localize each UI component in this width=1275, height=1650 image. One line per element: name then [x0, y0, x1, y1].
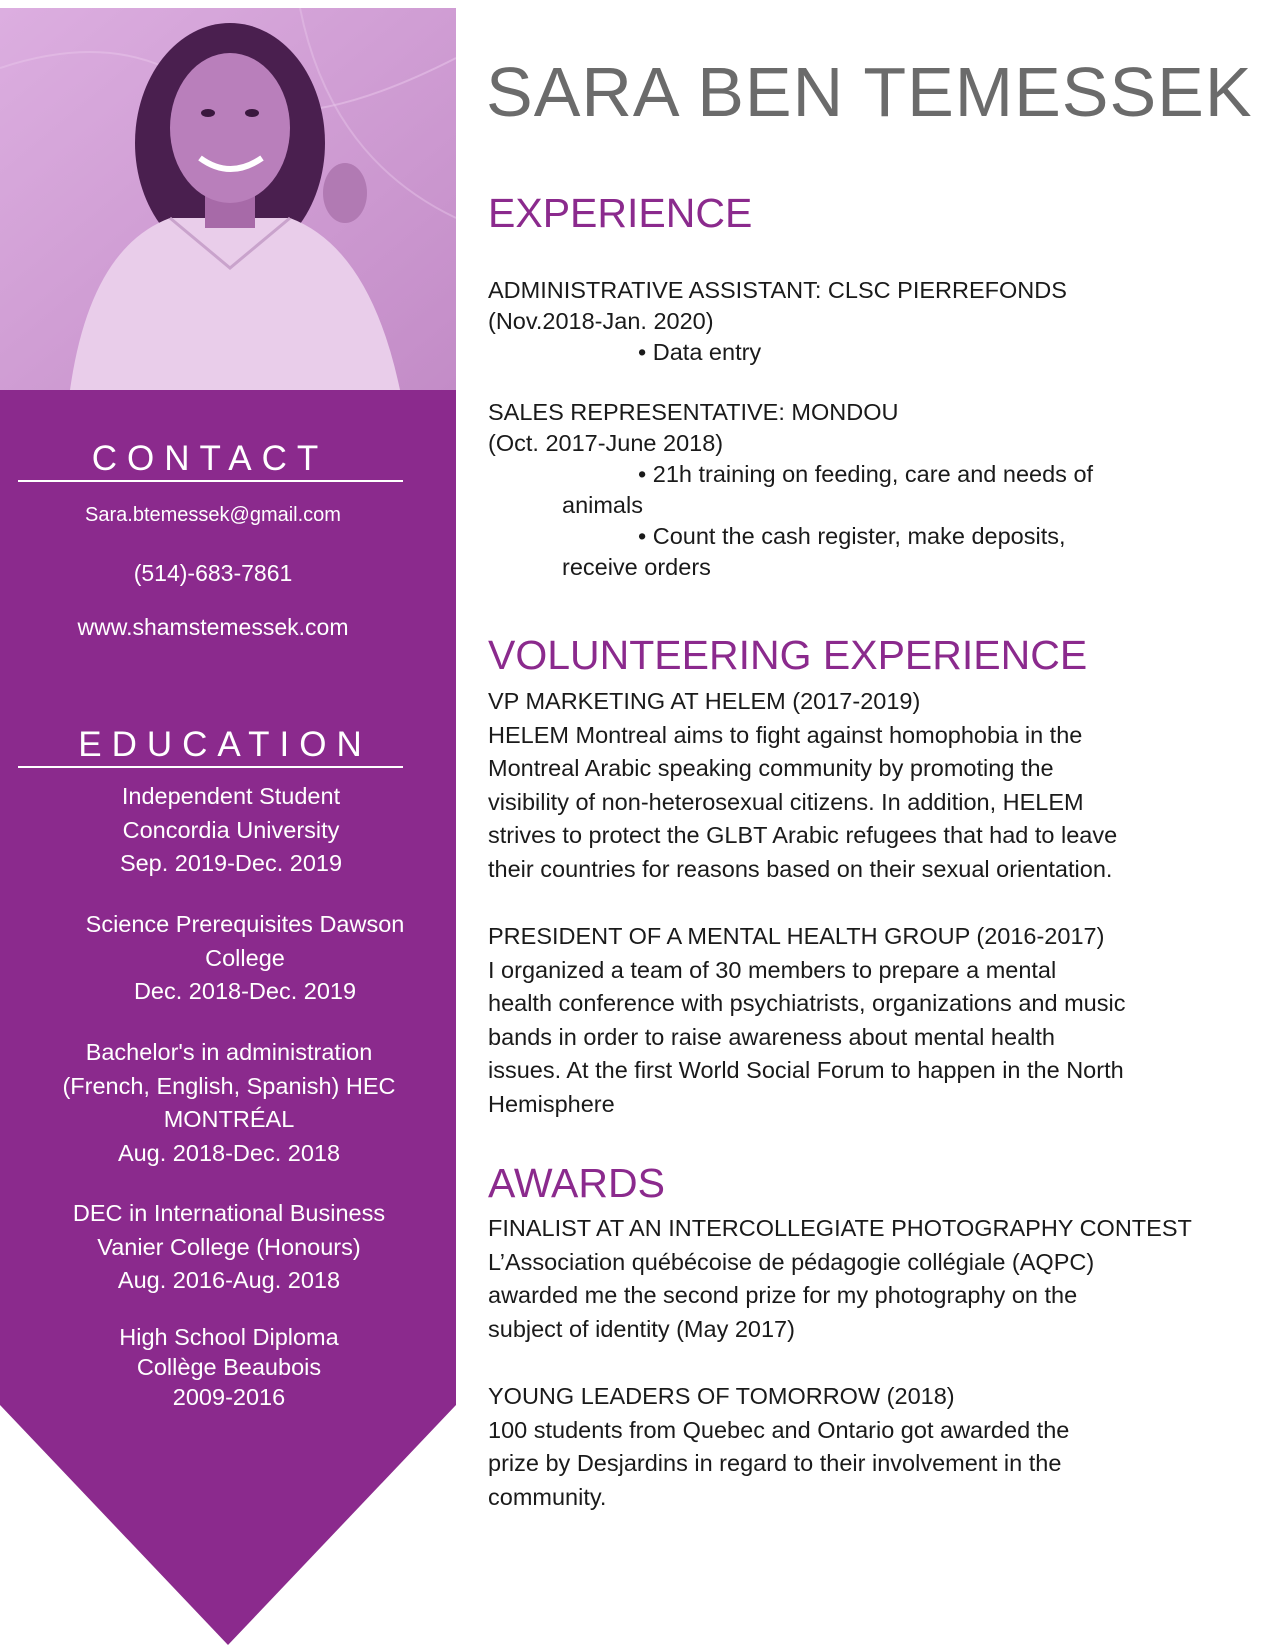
education-entry: Independent Student Concordia University…: [3, 780, 459, 881]
edu-line: MONTRÉAL: [163, 1106, 295, 1132]
volunteer-line: health conference with psychiatrists, or…: [488, 990, 1126, 1016]
volunteer-line: Hemisphere: [488, 1090, 615, 1117]
email-text[interactable]: Sara.btemessek@gmail.com: [85, 504, 341, 526]
award-line: 100 students from Quebec and Ontario got…: [488, 1416, 1070, 1443]
volunteer-line: bands in order to raise awareness about …: [488, 1023, 1055, 1050]
job-bullet-continuation: receive orders: [562, 554, 711, 580]
job-title: ADMINISTRATIVE ASSISTANT: CLSC PIERREFON…: [488, 277, 1067, 303]
award-line: L’Association québécoise de pédagogie co…: [488, 1248, 1095, 1275]
edu-line: (French, English, Spanish) HEC: [62, 1072, 396, 1099]
education-entry: DEC in International Business Vanier Col…: [1, 1197, 457, 1298]
edu-line: Aug. 2016-Aug. 2018: [117, 1267, 341, 1293]
candidate-name: SARA BEN TEMESSEK: [486, 53, 1253, 131]
portrait-illustration: [0, 8, 456, 390]
sidebar-banner: CONTACT Sara.btemessek@gmail.com (514)-6…: [0, 390, 456, 1650]
volunteer-line: visibility of non-heterosexual citizens.…: [488, 788, 1084, 815]
edu-line: College: [205, 944, 285, 971]
edu-line: High School Diploma: [119, 1324, 339, 1350]
volunteer-entry: VP MARKETING AT HELEM (2017-2019) HELEM …: [488, 685, 1243, 886]
award-title: YOUNG LEADERS OF TOMORROW (2018): [488, 1383, 955, 1409]
volunteering-heading: VOLUNTEERING EXPERIENCE: [488, 632, 1088, 678]
contact-divider: [18, 480, 403, 482]
volunteer-title: VP MARKETING AT HELEM (2017-2019): [488, 688, 921, 714]
volunteer-line: I organized a team of 30 members to prep…: [488, 956, 1057, 983]
education-heading: EDUCATION: [78, 725, 372, 765]
award-line: prize by Desjardins in regard to their i…: [488, 1450, 1062, 1476]
volunteer-line: their countries for reasons based on the…: [488, 855, 1113, 882]
edu-line: Science Prerequisites Dawson: [85, 911, 405, 937]
edu-line: Vanier College (Honours): [97, 1233, 361, 1260]
job-bullet-continuation: animals: [562, 492, 643, 518]
education-divider: [18, 766, 403, 768]
job-entry: SALES REPRESENTATIVE: MONDOU (Oct. 2017-…: [488, 397, 1243, 583]
edu-line: Collège Beaubois: [136, 1354, 322, 1380]
volunteer-entry: PRESIDENT OF A MENTAL HEALTH GROUP (2016…: [488, 920, 1243, 1121]
portrait-photo: [0, 8, 456, 390]
volunteer-title: PRESIDENT OF A MENTAL HEALTH GROUP (2016…: [488, 923, 1105, 949]
job-bullet: • Data entry: [638, 339, 762, 365]
volunteer-line: HELEM Montreal aims to fight against hom…: [488, 721, 1083, 748]
contact-heading: CONTACT: [91, 439, 329, 479]
job-title: SALES REPRESENTATIVE: MONDOU: [488, 399, 899, 425]
awards-heading: AWARDS: [488, 1160, 665, 1206]
job-bullet: • 21h training on feeding, care and need…: [638, 461, 1094, 487]
contact-phone[interactable]: (514)-683-7861: [0, 560, 441, 587]
edu-line: Bachelor's in administration: [85, 1039, 373, 1065]
edu-line: Concordia University: [122, 816, 340, 843]
experience-heading: EXPERIENCE: [488, 190, 753, 236]
job-dates: (Nov.2018-Jan. 2020): [488, 308, 714, 334]
volunteer-line: Montreal Arabic speaking community by pr…: [488, 755, 1054, 781]
award-line: awarded me the second prize for my photo…: [488, 1282, 1078, 1308]
edu-line: Dec. 2018-Dec. 2019: [133, 978, 357, 1004]
award-line: subject of identity (May 2017): [488, 1315, 795, 1342]
edu-line: Aug. 2018-Dec. 2018: [117, 1139, 341, 1166]
edu-line: 2009-2016: [172, 1384, 286, 1410]
award-entry: FINALIST AT AN INTERCOLLEGIATE PHOTOGRAP…: [488, 1212, 1243, 1346]
education-entry: Bachelor's in administration (French, En…: [1, 1036, 457, 1170]
website-text[interactable]: www.shamstemessek.com: [78, 614, 349, 640]
volunteer-line: strives to protect the GLBT Arabic refug…: [488, 822, 1118, 848]
contact-email[interactable]: Sara.btemessek@gmail.com: [0, 504, 441, 527]
education-entry: High School Diploma Collège Beaubois 200…: [1, 1322, 457, 1412]
award-line: community.: [488, 1483, 607, 1510]
edu-line: Sep. 2019-Dec. 2019: [119, 850, 343, 876]
job-bullet: • Count the cash register, make deposits…: [638, 523, 1066, 549]
award-title: FINALIST AT AN INTERCOLLEGIATE PHOTOGRAP…: [488, 1215, 1192, 1241]
award-entry: YOUNG LEADERS OF TOMORROW (2018) 100 stu…: [488, 1380, 1243, 1514]
phone-text[interactable]: (514)-683-7861: [134, 560, 293, 586]
job-dates: (Oct. 2017-June 2018): [488, 430, 724, 456]
volunteer-line: issues. At the first World Social Forum …: [488, 1057, 1124, 1083]
edu-line: DEC in International Business: [72, 1200, 386, 1226]
edu-line: Independent Student: [121, 783, 341, 809]
job-entry: ADMINISTRATIVE ASSISTANT: CLSC PIERREFON…: [488, 275, 1243, 368]
contact-website[interactable]: www.shamstemessek.com: [0, 614, 441, 641]
education-entry: Science Prerequisites Dawson College Dec…: [17, 908, 473, 1009]
